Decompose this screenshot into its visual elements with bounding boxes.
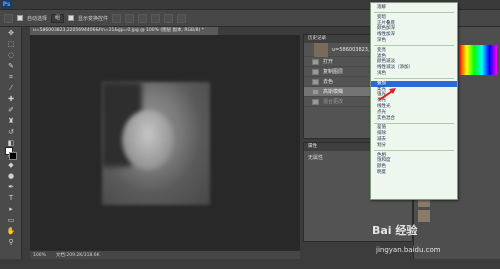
tools-panel: ✥ ⬚ ◌ ✎ ⌗ ⁄ ✚ ✐ ♜ ↺ ◧ ▦ ◆ ● ✒ T ▸ ▭ ✋ ⚲ [0,27,22,259]
document-size: 文档:209.2K/318.6K [55,253,100,258]
align-center-icon[interactable] [164,13,174,23]
history-item-label: 复制图层 [323,69,344,75]
blur-tool-icon[interactable]: ◆ [4,161,18,170]
photoshop-logo: Ps [1,0,12,9]
document-tab[interactable]: u=586003823,2205694406&fm=21&gp=0.jpg @ … [30,27,218,35]
path-select-icon[interactable]: ▸ [4,205,18,214]
stamp-tool-icon[interactable]: ♜ [4,117,18,126]
zoom-level[interactable]: 100% [33,253,46,258]
menu-divider [374,78,454,80]
align-left-icon[interactable] [151,13,161,23]
healing-brush-icon[interactable]: ✚ [4,95,18,104]
marquee-tool-icon[interactable]: ⬚ [4,40,18,49]
red-arrow-icon [378,88,396,101]
history-item-label: 去色 [323,79,334,85]
dodge-tool-icon[interactable]: ● [4,172,18,181]
history-step-icon [312,68,319,75]
zoom-tool-icon[interactable]: ⚲ [4,238,18,247]
hand-tool-icon[interactable]: ✋ [4,227,18,236]
menu-divider [374,45,454,47]
photo-face-region [122,110,174,170]
show-transform-checkbox[interactable] [68,15,75,21]
blend-option[interactable]: 浅色 [371,71,457,77]
eyedropper-icon[interactable]: ⁄ [4,84,18,93]
brush-tool-icon[interactable]: ✐ [4,106,18,115]
shape-tool-icon[interactable]: ▭ [4,216,18,225]
color-swatch-strip[interactable] [459,45,497,75]
menu-divider [374,122,454,124]
align-right-icon[interactable] [177,13,187,23]
lasso-tool-icon[interactable]: ◌ [4,51,18,60]
move-tool-icon[interactable]: ✥ [4,29,18,38]
baidu-jingyan-logo: Bai 经验 [372,224,418,237]
blend-option[interactable]: 溶解 [371,5,457,11]
history-step-icon [312,58,319,65]
show-transform-label: 显示变换控件 [78,15,109,22]
background-color-swatch[interactable] [9,152,17,160]
history-item-label: 打开 [323,59,334,65]
blend-option[interactable]: 实色混合 [371,116,457,122]
history-item-label: 混合更改 [323,99,344,105]
move-tool-icon[interactable] [4,13,13,23]
history-step-icon [312,88,319,95]
history-item-label: 高斯模糊 [323,89,344,95]
history-brush-icon[interactable]: ↺ [4,128,18,137]
align-top-icon[interactable] [112,13,122,23]
auto-select-dropdown[interactable]: 组 [51,13,65,23]
align-middle-icon[interactable] [125,13,135,23]
watermark-url: jingyan.baidu.com [376,246,441,254]
layer-thumbnail[interactable] [418,210,430,222]
auto-select-checkbox[interactable] [17,15,23,21]
auto-select-label: 自动选择 [27,15,48,22]
align-bottom-icon[interactable] [138,13,148,23]
history-step-icon [312,78,319,85]
menu-divider [374,12,454,14]
status-bar: 100% 文档:209.2K/318.6K [30,250,300,259]
pen-tool-icon[interactable]: ✒ [4,183,18,192]
type-tool-icon[interactable]: T [4,194,18,203]
quick-select-icon[interactable]: ✎ [4,62,18,71]
blend-option[interactable]: 深色 [371,38,457,44]
crop-tool-icon[interactable]: ⌗ [4,73,18,82]
blend-option[interactable]: 明度 [371,170,457,176]
menu-divider [374,150,454,152]
blend-option[interactable]: 划分 [371,143,457,149]
snapshot-thumbnail [314,42,328,57]
history-step-icon [312,98,319,105]
